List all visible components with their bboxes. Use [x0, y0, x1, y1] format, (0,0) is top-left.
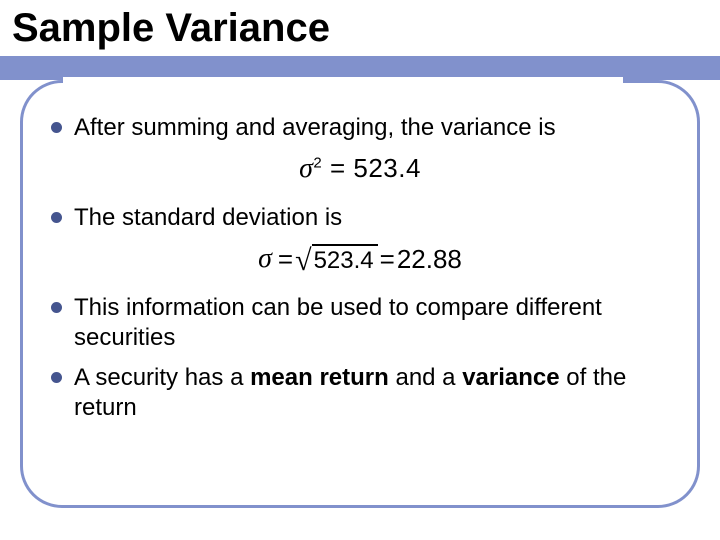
equation-stddev: σ = √ 523.4 = 22.88: [51, 243, 669, 275]
equation-variance: σ2 = 523.4: [51, 153, 669, 185]
content-box: After summing and averaging, the varianc…: [20, 80, 700, 508]
eq-sign: =: [380, 244, 395, 275]
sqrt-expr: √ 523.4: [295, 244, 378, 274]
bullet-text-1: After summing and averaging, the varianc…: [74, 113, 556, 143]
bullet-text-2: The standard deviation is: [74, 203, 342, 233]
sigma-symbol: σ: [258, 243, 272, 275]
text-fragment: A security has a: [74, 364, 250, 391]
bullet-item-3: This information can be used to compare …: [51, 293, 669, 353]
bullet-icon: [51, 372, 62, 383]
bullet-item-2: The standard deviation is: [51, 203, 669, 233]
slide: Sample Variance After summing and averag…: [0, 0, 720, 540]
bullet-icon: [51, 122, 62, 133]
eq-sign: =: [278, 244, 293, 275]
equation-1-inline: σ2 = 523.4: [299, 153, 421, 185]
bullet-item-4: A security has a mean return and a varia…: [51, 363, 669, 423]
bullet-text-4: A security has a mean return and a varia…: [74, 363, 669, 423]
slide-title: Sample Variance: [12, 6, 330, 51]
border-mask: [63, 77, 623, 87]
bullet-text-3: This information can be used to compare …: [74, 293, 669, 353]
text-fragment: and a: [389, 364, 462, 391]
bullet-icon: [51, 212, 62, 223]
variance-value: 523.4: [353, 153, 421, 183]
radical-icon: √: [295, 246, 311, 276]
radicand-value: 523.4: [312, 244, 378, 274]
bullet-icon: [51, 302, 62, 313]
eq-sign: =: [322, 153, 353, 183]
sigma-symbol: σ: [299, 153, 313, 184]
exponent-2: 2: [313, 154, 322, 171]
equation-2-inline: σ = √ 523.4 = 22.88: [258, 243, 462, 275]
bold-mean-return: mean return: [250, 364, 389, 391]
bold-variance: variance: [462, 364, 559, 391]
stddev-value: 22.88: [397, 244, 462, 275]
bullet-item-1: After summing and averaging, the varianc…: [51, 113, 669, 143]
